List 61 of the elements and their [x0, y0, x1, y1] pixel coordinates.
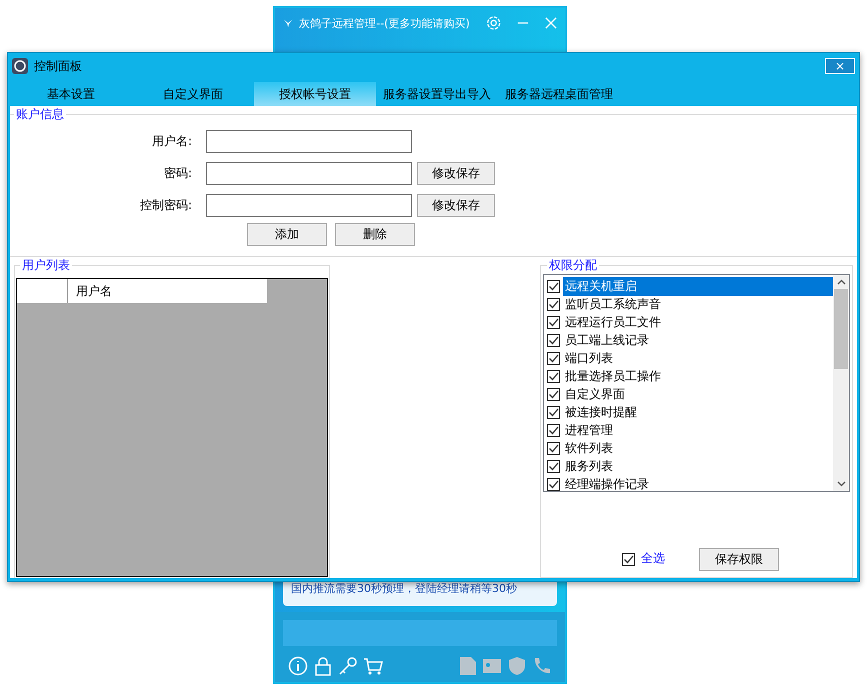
window-title: 灰鸽子远程管理--(更多功能请购买) [299, 16, 470, 30]
save-button[interactable]: 修改保存 [417, 194, 495, 216]
list-item[interactable]: 服务列表 [563, 456, 833, 476]
list-item[interactable]: 软件列表 [563, 438, 833, 458]
add-button[interactable]: 添加 [247, 223, 327, 246]
list-item[interactable]: 监听员工系统声音 [563, 294, 833, 314]
info-icon[interactable] [288, 656, 308, 676]
checkbox[interactable] [547, 352, 560, 364]
user-grid[interactable]: 用户名 [16, 278, 328, 577]
checkbox[interactable] [547, 388, 560, 400]
bird-icon [283, 17, 294, 29]
tab[interactable]: 自定义界面 [132, 82, 254, 106]
window-title: 控制面板 [34, 58, 83, 74]
settings-icon[interactable] [486, 14, 502, 32]
scroll-up-icon[interactable] [836, 279, 846, 285]
list-item[interactable]: 经理端操作记录 [563, 474, 833, 494]
field-label: 控制密码: [138, 196, 193, 214]
scrollbar[interactable] [833, 275, 849, 491]
group-label: 用户列表 [21, 257, 71, 274]
list-item[interactable]: 员工端上线记录 [563, 330, 833, 350]
checkbox[interactable] [547, 406, 560, 418]
list-item[interactable]: 批量选择员工操作 [563, 366, 833, 386]
save-button[interactable]: 保存权限 [699, 548, 779, 571]
tab[interactable]: 服务器设置导出导入 [376, 82, 498, 106]
list-item[interactable]: 被连接时提醒 [563, 402, 833, 422]
checkbox[interactable] [547, 316, 560, 328]
field-label: 密码: [162, 164, 193, 182]
checkbox[interactable] [547, 334, 560, 346]
input-field[interactable] [206, 162, 412, 184]
checkbox[interactable] [547, 280, 560, 292]
app-icon [12, 58, 28, 74]
checkbox[interactable] [547, 460, 560, 472]
tab[interactable]: 基本设置 [10, 82, 132, 106]
input-field[interactable] [206, 130, 412, 152]
checkbox[interactable] [622, 553, 635, 566]
select-all-label[interactable]: 全选 [641, 550, 665, 571]
list-item[interactable]: 进程管理 [563, 420, 833, 440]
field-label: 用户名: [150, 132, 193, 150]
checkbox[interactable] [547, 298, 560, 310]
tab[interactable]: 授权帐号设置 [254, 82, 376, 106]
list-item[interactable]: 自定义界面 [563, 384, 833, 404]
checkbox[interactable] [547, 442, 560, 454]
list-item[interactable]: 端口列表 [563, 348, 833, 368]
cart-icon[interactable] [363, 656, 383, 676]
group-label: 权限分配 [548, 257, 598, 274]
save-button[interactable]: 修改保存 [417, 162, 495, 184]
checkbox[interactable] [547, 478, 560, 490]
notice-text: 国内推流需要30秒预理，登陆经理请稍等30秒 [291, 582, 517, 595]
tab[interactable]: 服务器远程桌面管理 [498, 82, 620, 106]
key-icon[interactable] [338, 656, 358, 676]
group-label: 账户信息 [15, 106, 65, 123]
checkbox[interactable] [547, 370, 560, 382]
checkbox[interactable] [547, 424, 560, 436]
close-icon[interactable] [545, 16, 557, 30]
lock-icon[interactable] [313, 656, 333, 676]
list-item[interactable]: 远程关机重启 [563, 276, 833, 296]
delete-button[interactable]: 删除 [335, 223, 415, 246]
scroll-down-icon[interactable] [836, 481, 846, 487]
list-item[interactable]: 远程运行员工文件 [563, 312, 833, 332]
input-field[interactable] [206, 194, 412, 216]
close-button[interactable]: × [825, 58, 855, 74]
